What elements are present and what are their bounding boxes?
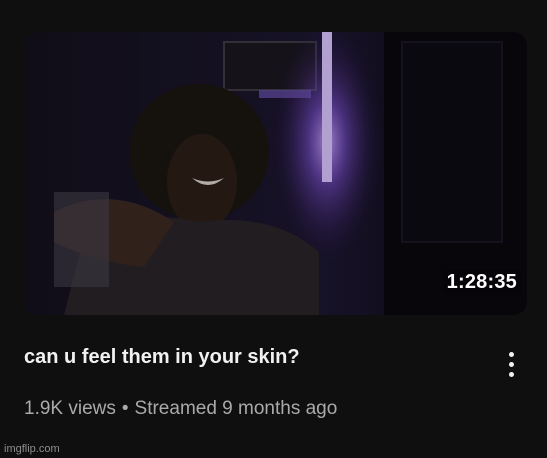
video-title[interactable]: can u feel them in your skin? [24, 344, 474, 370]
video-thumbnail[interactable]: 1:28:35 [24, 32, 527, 315]
more-vert-icon[interactable] [498, 344, 524, 384]
meta-separator: • [121, 398, 129, 419]
view-count: 1.9K views [24, 398, 116, 419]
duration-badge: 1:28:35 [442, 270, 521, 295]
menu-dot [508, 361, 514, 367]
video-card: 1:28:35 can u feel them in your skin? 1.… [0, 0, 547, 458]
menu-dot [508, 351, 514, 357]
stream-date: Streamed 9 months ago [134, 398, 338, 419]
menu-dot [508, 371, 514, 377]
imgflip-watermark: imgflip.com [4, 443, 60, 455]
video-meta: 1.9K views • Streamed 9 months ago [24, 396, 337, 422]
